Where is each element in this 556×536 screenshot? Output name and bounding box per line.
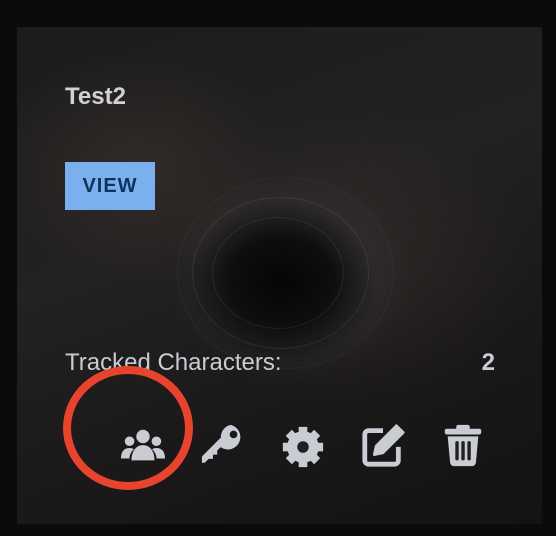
tracked-characters-count: 2 [481,349,495,376]
view-button[interactable]: VIEW [65,162,155,210]
card-title: Test2 [65,83,126,110]
gear-icon[interactable] [280,424,326,470]
highlight-circle [63,366,193,490]
background-swirl [177,177,394,369]
edit-icon[interactable] [360,422,406,468]
trash-icon[interactable] [440,422,486,468]
key-icon[interactable] [200,422,246,468]
